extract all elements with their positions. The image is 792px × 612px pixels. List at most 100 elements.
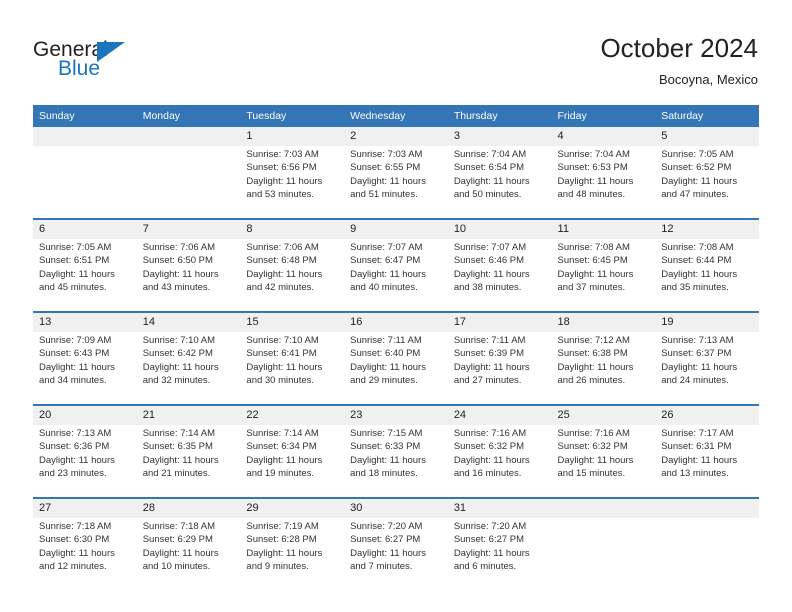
day-details: Sunrise: 7:05 AM Sunset: 6:51 PM Daylight:…	[33, 239, 137, 312]
day-detail-line: Sunset: 6:35 PM	[142, 441, 213, 453]
day-detail-line: Sunrise: 7:18 AM	[39, 521, 112, 532]
day-details: Sunrise: 7:19 AM Sunset: 6:28 PM Daylight:…	[240, 518, 345, 590]
day-detail-line: Sunrise: 7:13 AM	[661, 335, 734, 346]
calendar-header-row: Sunday Monday Tuesday Wednesday Thursday…	[33, 105, 759, 127]
day-detail-line: and 9 minutes.	[246, 561, 309, 573]
day-details: Sunrise: 7:03 AM Sunset: 6:56 PM Daylight:…	[240, 146, 345, 219]
day-detail-line: Sunset: 6:42 PM	[142, 348, 213, 360]
day-detail-line: and 29 minutes.	[350, 375, 418, 387]
day-detail-line: Sunrise: 7:03 AM	[350, 149, 423, 160]
day-detail-line: Sunset: 6:40 PM	[350, 348, 421, 360]
day-number[interactable]: 1	[240, 127, 345, 146]
day-number[interactable]: 12	[655, 218, 759, 239]
day-detail-line: and 47 minutes.	[661, 189, 729, 201]
day-details: Sunrise: 7:08 AM Sunset: 6:44 PM Daylight:…	[655, 239, 759, 312]
weekday-header-wednesday: Wednesday	[344, 105, 448, 127]
day-number[interactable]: 18	[551, 311, 656, 332]
weekday-header-sunday: Sunday	[33, 105, 137, 127]
day-number[interactable]: 20	[33, 404, 137, 425]
day-detail-line: Sunrise: 7:10 AM	[142, 335, 216, 346]
day-detail-line: Sunrise: 7:12 AM	[557, 335, 630, 346]
day-detail-line: Sunrise: 7:08 AM	[661, 242, 734, 253]
day-number[interactable]: 23	[344, 404, 448, 425]
day-number[interactable]: 2	[344, 127, 448, 146]
day-detail-line: Sunset: 6:55 PM	[350, 162, 421, 174]
day-details: Sunrise: 7:18 AM Sunset: 6:30 PM Daylight:…	[33, 518, 137, 590]
day-detail-line: Sunset: 6:52 PM	[661, 162, 732, 174]
day-detail-line: Daylight: 11 hours	[661, 361, 738, 373]
day-number[interactable]: 22	[240, 404, 345, 425]
day-detail-line: Sunrise: 7:14 AM	[246, 428, 319, 439]
day-number[interactable]: 17	[447, 311, 552, 332]
day-number[interactable]: 21	[136, 404, 241, 425]
week-detail-row: Sunrise: 7:18 AM Sunset: 6:30 PM Daylight:…	[33, 518, 759, 590]
day-detail-line: Daylight: 11 hours	[246, 547, 323, 559]
day-number[interactable]: 15	[240, 311, 345, 332]
day-detail-line: and 18 minutes.	[350, 468, 418, 480]
day-number[interactable]: 27	[33, 497, 137, 518]
day-detail-line: Sunset: 6:30 PM	[39, 534, 110, 546]
day-cell-empty	[551, 497, 656, 518]
day-details: Sunrise: 7:16 AM Sunset: 6:32 PM Daylight:…	[447, 425, 552, 498]
day-number[interactable]: 3	[447, 127, 552, 146]
day-number[interactable]: 28	[136, 497, 241, 518]
day-detail-line: Daylight: 11 hours	[246, 175, 323, 187]
day-detail-line: Sunrise: 7:11 AM	[350, 335, 422, 346]
day-detail-line: Sunset: 6:47 PM	[350, 255, 421, 267]
day-number[interactable]: 19	[655, 311, 759, 332]
day-detail-line: Sunrise: 7:08 AM	[557, 242, 630, 253]
day-detail-line: Sunrise: 7:04 AM	[557, 149, 630, 160]
day-number[interactable]: 7	[136, 218, 241, 239]
day-detail-line: and 43 minutes.	[142, 282, 211, 294]
day-number[interactable]: 9	[344, 218, 448, 239]
day-number[interactable]: 8	[240, 218, 345, 239]
day-details: Sunrise: 7:13 AM Sunset: 6:37 PM Daylight:…	[655, 332, 759, 405]
day-cell-empty	[33, 127, 137, 146]
calendar-body: 1 2 3 4 5 Sunrise: 7:03 AM Sunset: 6:56 PM Dayl…	[33, 127, 759, 590]
day-detail-line: Daylight: 11 hours	[142, 268, 219, 280]
day-detail-line: Daylight: 11 hours	[246, 268, 323, 280]
day-detail-line: Sunset: 6:46 PM	[453, 255, 525, 267]
day-detail-line: Sunset: 6:37 PM	[661, 348, 732, 360]
weekday-header-tuesday: Tuesday	[240, 105, 345, 127]
day-number[interactable]: 4	[551, 127, 656, 146]
day-detail-line: Daylight: 11 hours	[557, 454, 634, 466]
day-number[interactable]: 6	[33, 218, 137, 239]
day-number[interactable]: 30	[344, 497, 448, 518]
day-detail-line: Daylight: 11 hours	[557, 361, 634, 373]
day-detail-line: and 34 minutes.	[39, 375, 107, 387]
weekday-header-monday: Monday	[136, 105, 241, 127]
day-detail-line: Sunset: 6:27 PM	[453, 534, 525, 546]
day-detail-line: and 24 minutes.	[661, 375, 729, 387]
day-detail-line: and 45 minutes.	[39, 282, 107, 294]
day-detail-line: Daylight: 11 hours	[453, 268, 530, 280]
day-number[interactable]: 24	[447, 404, 552, 425]
day-number[interactable]: 13	[33, 311, 137, 332]
day-detail-line: and 6 minutes.	[453, 561, 517, 573]
day-details: Sunrise: 7:18 AM Sunset: 6:29 PM Daylight:…	[136, 518, 241, 590]
day-detail-line: Sunset: 6:33 PM	[350, 441, 421, 453]
day-number[interactable]: 5	[655, 127, 759, 146]
day-number[interactable]: 14	[136, 311, 241, 332]
day-details: Sunrise: 7:13 AM Sunset: 6:36 PM Daylight:…	[33, 425, 137, 498]
day-number[interactable]: 29	[240, 497, 345, 518]
day-number[interactable]: 11	[551, 218, 656, 239]
day-detail-line: and 13 minutes.	[661, 468, 729, 480]
week-daynum-row: 6 7 8 9 10 11 12	[33, 218, 759, 239]
day-detail-line: and 53 minutes.	[246, 189, 315, 201]
day-detail-line: Sunset: 6:51 PM	[39, 255, 110, 267]
day-details: Sunrise: 7:06 AM Sunset: 6:48 PM Daylight:…	[240, 239, 345, 312]
day-number[interactable]: 31	[447, 497, 552, 518]
day-number[interactable]: 26	[655, 404, 759, 425]
day-number[interactable]: 10	[447, 218, 552, 239]
calendar-table: Sunday Monday Tuesday Wednesday Thursday…	[33, 105, 759, 590]
day-detail-line: Daylight: 11 hours	[453, 361, 530, 373]
day-detail-line: Daylight: 11 hours	[350, 547, 426, 559]
day-number[interactable]: 16	[344, 311, 448, 332]
day-details: Sunrise: 7:05 AM Sunset: 6:52 PM Daylight:…	[655, 146, 759, 219]
day-detail-line: Sunset: 6:43 PM	[39, 348, 110, 360]
day-detail-line: Sunrise: 7:03 AM	[246, 149, 319, 160]
day-number[interactable]: 25	[551, 404, 656, 425]
week-daynum-row: 20 21 22 23 24 25 26	[33, 404, 759, 425]
week-detail-row: Sunrise: 7:05 AM Sunset: 6:51 PM Daylight:…	[33, 239, 759, 312]
